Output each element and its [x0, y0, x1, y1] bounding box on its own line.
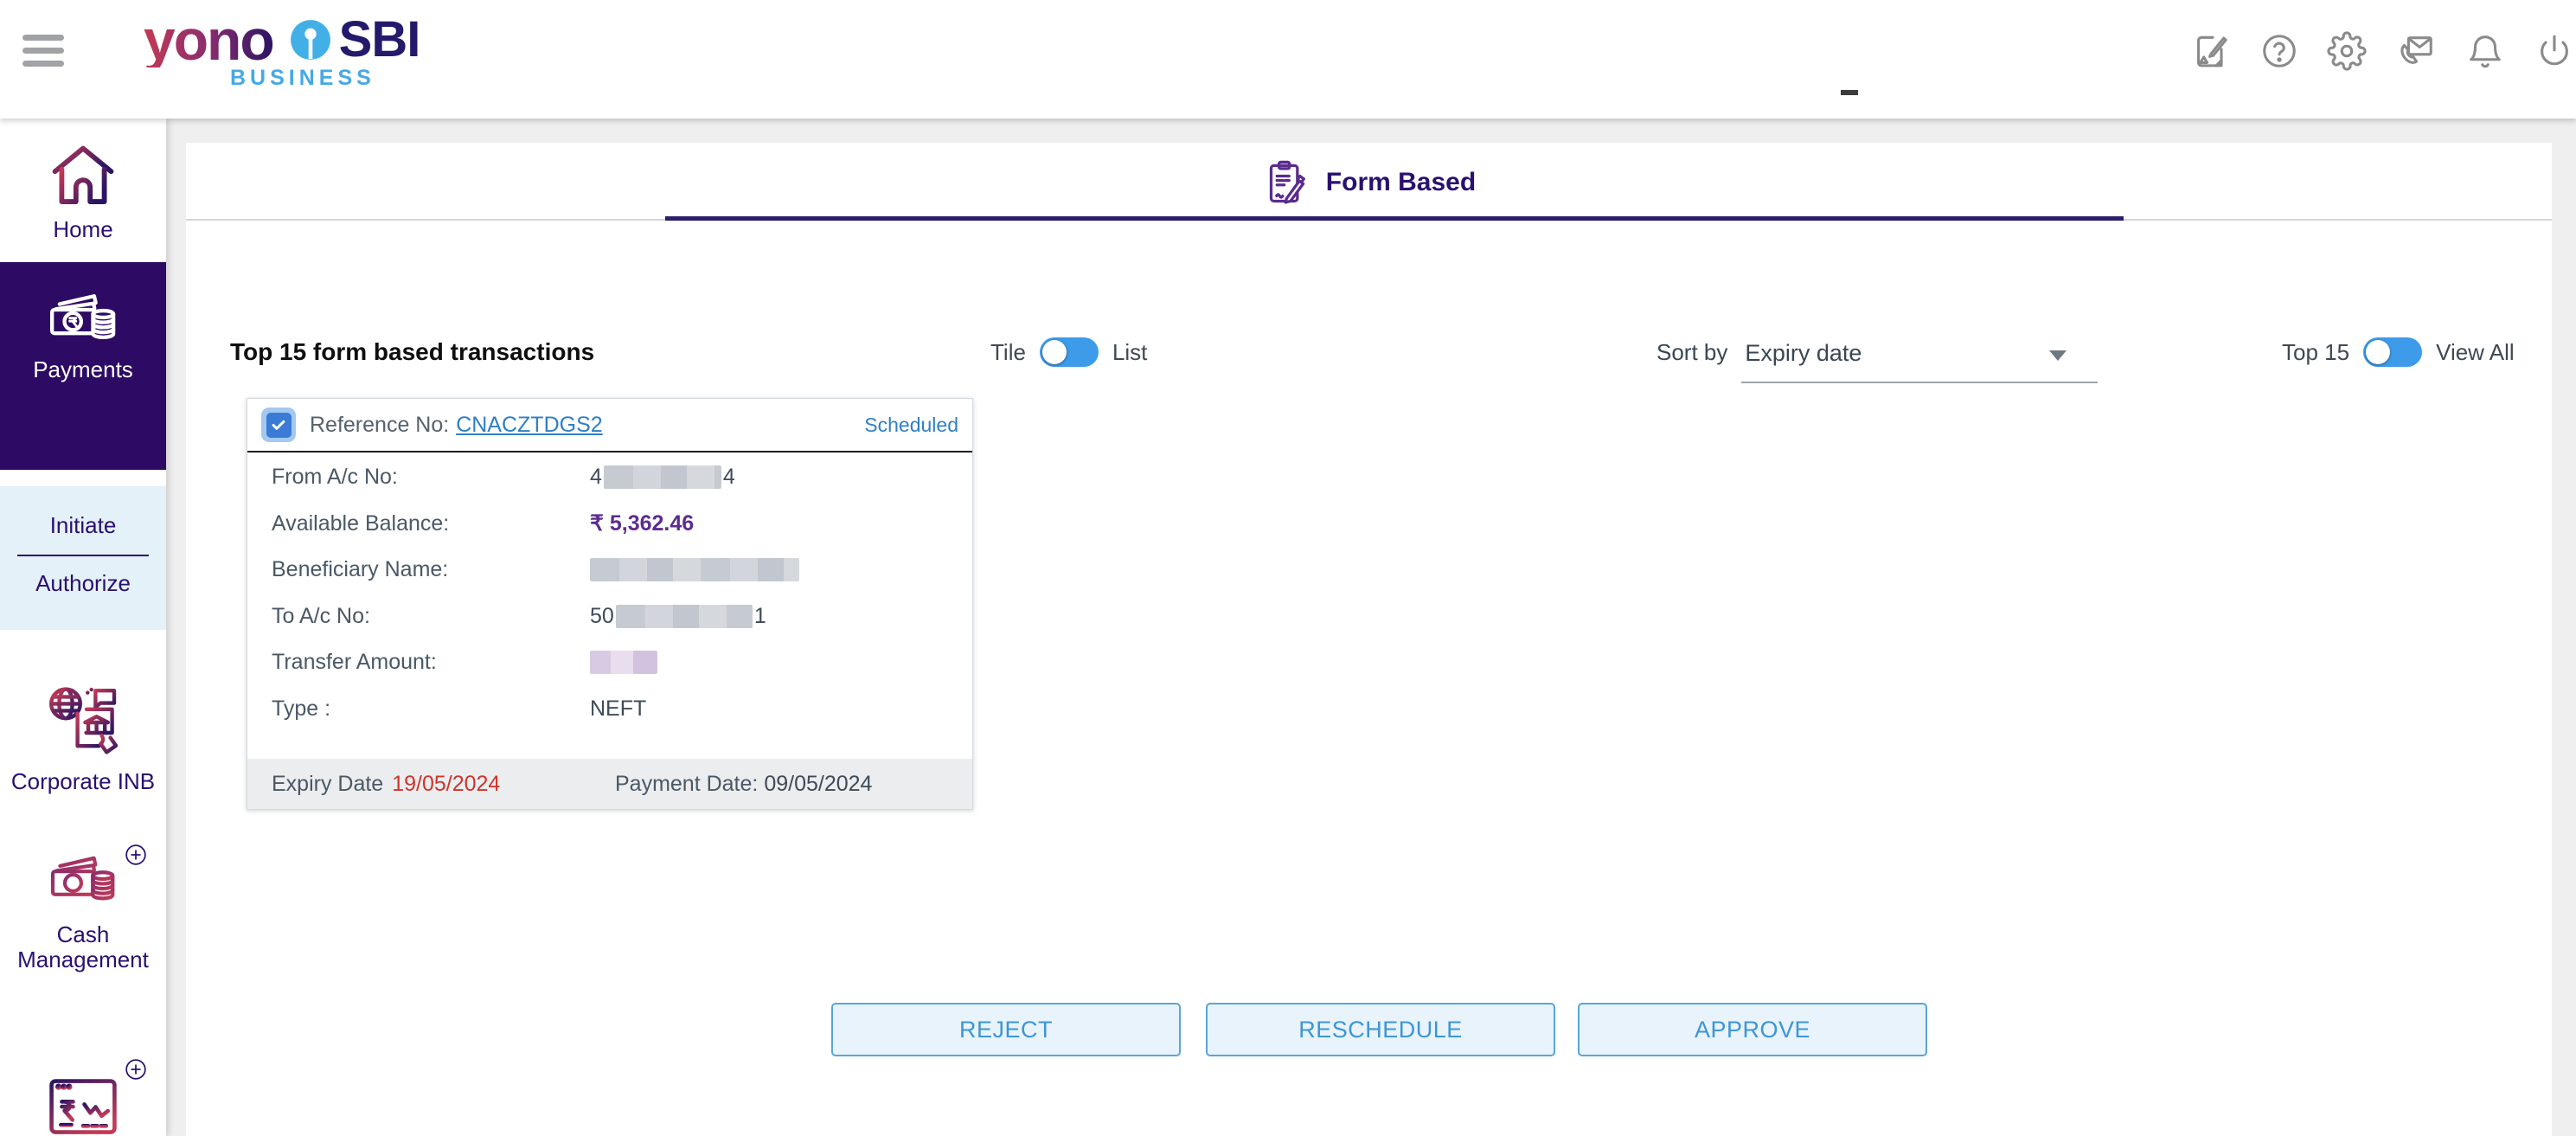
forex-chart-icon	[49, 1079, 117, 1134]
logo-sbi-text: SBI	[338, 11, 421, 67]
help-icon[interactable]	[2259, 31, 2299, 71]
contact-icon[interactable]	[2396, 31, 2436, 71]
redacted-value	[590, 651, 657, 675]
field-value-suffix: 4	[722, 465, 735, 490]
notifications-icon[interactable]	[2465, 31, 2505, 71]
field-row-type: Type : NEFT	[247, 686, 972, 733]
sidebar-payments-label: Payments	[33, 356, 133, 382]
expiry-date-label: Expiry Date	[272, 771, 384, 796]
submenu-divider	[17, 555, 149, 556]
top15-toggle-label: Top 15	[2282, 338, 2350, 365]
redacted-value	[615, 604, 753, 628]
sidebar-cash-label-line2: Management	[17, 947, 149, 972]
chevron-down-icon	[2049, 350, 2067, 361]
power-icon[interactable]	[2534, 31, 2574, 71]
transaction-card-footer: Expiry Date 19/05/2024 Payment Date: 09/…	[247, 759, 972, 809]
list-toolbar: Top 15 form based transactions Tile List…	[186, 324, 2552, 383]
transaction-card-header: Reference No: CNACZTDGS2 Scheduled	[247, 399, 972, 452]
logo-business-text: BUSINESS	[230, 66, 375, 90]
reschedule-button[interactable]: RESCHEDULE	[1206, 1003, 1555, 1056]
expiry-date-value: 19/05/2024	[392, 771, 501, 796]
reject-button[interactable]: REJECT	[831, 1003, 1181, 1056]
field-label: Available Balance:	[272, 510, 450, 536]
field-value-prefix: 4	[590, 465, 602, 490]
tab-bar: Form Based	[186, 143, 2552, 221]
transaction-card: Reference No: CNACZTDGS2 Scheduled From …	[247, 398, 973, 810]
field-row-from-account: From A/c No: 4 4	[247, 454, 972, 501]
sort-dropdown[interactable]: Expiry date	[1741, 333, 2099, 383]
tab-form-based[interactable]: Form Based	[186, 151, 2552, 214]
sort-by-label: Sort by	[1656, 338, 1728, 365]
redacted-value	[590, 558, 799, 582]
sidebar-item-home[interactable]: Home	[0, 141, 166, 243]
section-title: Top 15 form based transactions	[230, 338, 595, 365]
transaction-card-body: From A/c No: 4 4 Available Balance: ₹ 5,3…	[247, 454, 972, 732]
active-tab-underline	[665, 216, 2124, 221]
action-buttons-row: REJECT RESCHEDULE APPROVE	[186, 1003, 2552, 1058]
toggle-knob	[2366, 340, 2391, 364]
redacted-value	[603, 465, 721, 490]
sbi-keyhole-icon	[290, 19, 330, 60]
toggle-knob	[1041, 340, 1067, 364]
payment-date-label: Payment Date:	[615, 771, 759, 796]
sidebar-item-cash-management[interactable]: Cash Management	[0, 844, 166, 972]
plus-badge-icon[interactable]	[125, 844, 147, 866]
hamburger-bar	[22, 48, 64, 54]
reference-no-label: Reference No:	[310, 412, 450, 437]
sidebar-item-corporate-inb[interactable]: Corporate INB	[0, 681, 166, 795]
transaction-checkbox[interactable]	[261, 408, 296, 442]
tab-form-based-label: Form Based	[1325, 168, 1477, 196]
payment-date-value: 09/05/2024	[764, 771, 873, 796]
yono-sbi-business-app: yono SBI BUSINESS Home Payments Initiate…	[0, 0, 2576, 1136]
sidebar-home-label: Home	[53, 216, 113, 242]
settings-icon[interactable]	[2327, 31, 2367, 71]
field-label: To A/c No:	[272, 603, 370, 628]
sidebar-cash-label-line1: Cash	[56, 921, 110, 947]
app-header: yono SBI BUSINESS	[0, 0, 2576, 119]
home-icon	[52, 145, 114, 204]
plus-badge-icon[interactable]	[125, 1058, 147, 1081]
sidebar-subitem-initiate[interactable]: Initiate	[0, 512, 166, 539]
field-value-prefix: 50	[590, 603, 614, 628]
sidebar-corporate-inb-label: Corporate INB	[10, 768, 156, 794]
reference-no-link[interactable]: CNACZTDGS2	[456, 413, 602, 438]
list-toggle-label: List	[1112, 338, 1148, 365]
field-label: Type :	[272, 696, 331, 721]
field-value: ₹ 5,362.46	[590, 511, 695, 536]
complaint-icon[interactable]	[2190, 31, 2230, 71]
field-row-beneficiary-name: Beneficiary Name:	[247, 547, 972, 594]
field-value-suffix: 1	[753, 603, 766, 628]
hamburger-bar	[22, 35, 64, 41]
field-label: Transfer Amount:	[272, 650, 437, 675]
corporate-inb-icon	[49, 687, 119, 754]
hamburger-bar	[22, 61, 64, 67]
field-value: NEFT	[590, 696, 647, 721]
sidebar: Home Payments Initiate Authorize Corpora…	[0, 119, 166, 1136]
checkmark-icon	[272, 420, 285, 430]
approve-button[interactable]: APPROVE	[1578, 1003, 1927, 1056]
cash-management-icon	[50, 856, 115, 901]
field-label: Beneficiary Name:	[272, 557, 449, 582]
field-row-transfer-amount: Transfer Amount:	[247, 639, 972, 686]
tile-toggle-label: Tile	[990, 338, 1026, 365]
top15-viewall-toggle[interactable]	[2363, 337, 2423, 367]
view-all-toggle-label: View All	[2436, 338, 2515, 365]
sort-dropdown-value: Expiry date	[1745, 340, 1862, 366]
field-label: From A/c No:	[272, 465, 398, 490]
field-row-to-account: To A/c No: 50 1	[247, 594, 972, 640]
logo-yono-text: yono	[144, 7, 275, 72]
field-row-available-balance: Available Balance: ₹ 5,362.46	[247, 501, 972, 548]
payments-icon	[50, 294, 116, 340]
main-content-panel: Form Based Top 15 form based transaction…	[186, 143, 2552, 1136]
partial-dropdown-caret	[1841, 90, 1858, 95]
yono-sbi-logo: yono SBI BUSINESS	[144, 10, 429, 97]
hamburger-menu-icon[interactable]	[22, 35, 64, 74]
sidebar-subitem-authorize[interactable]: Authorize	[0, 570, 166, 597]
tile-list-toggle[interactable]	[1039, 337, 1099, 367]
sidebar-payments-submenu: Initiate Authorize	[0, 486, 166, 630]
form-based-clipboard-icon	[1269, 160, 1305, 204]
sidebar-item-payments[interactable]: Payments	[0, 262, 166, 470]
status-badge: Scheduled	[864, 413, 958, 436]
